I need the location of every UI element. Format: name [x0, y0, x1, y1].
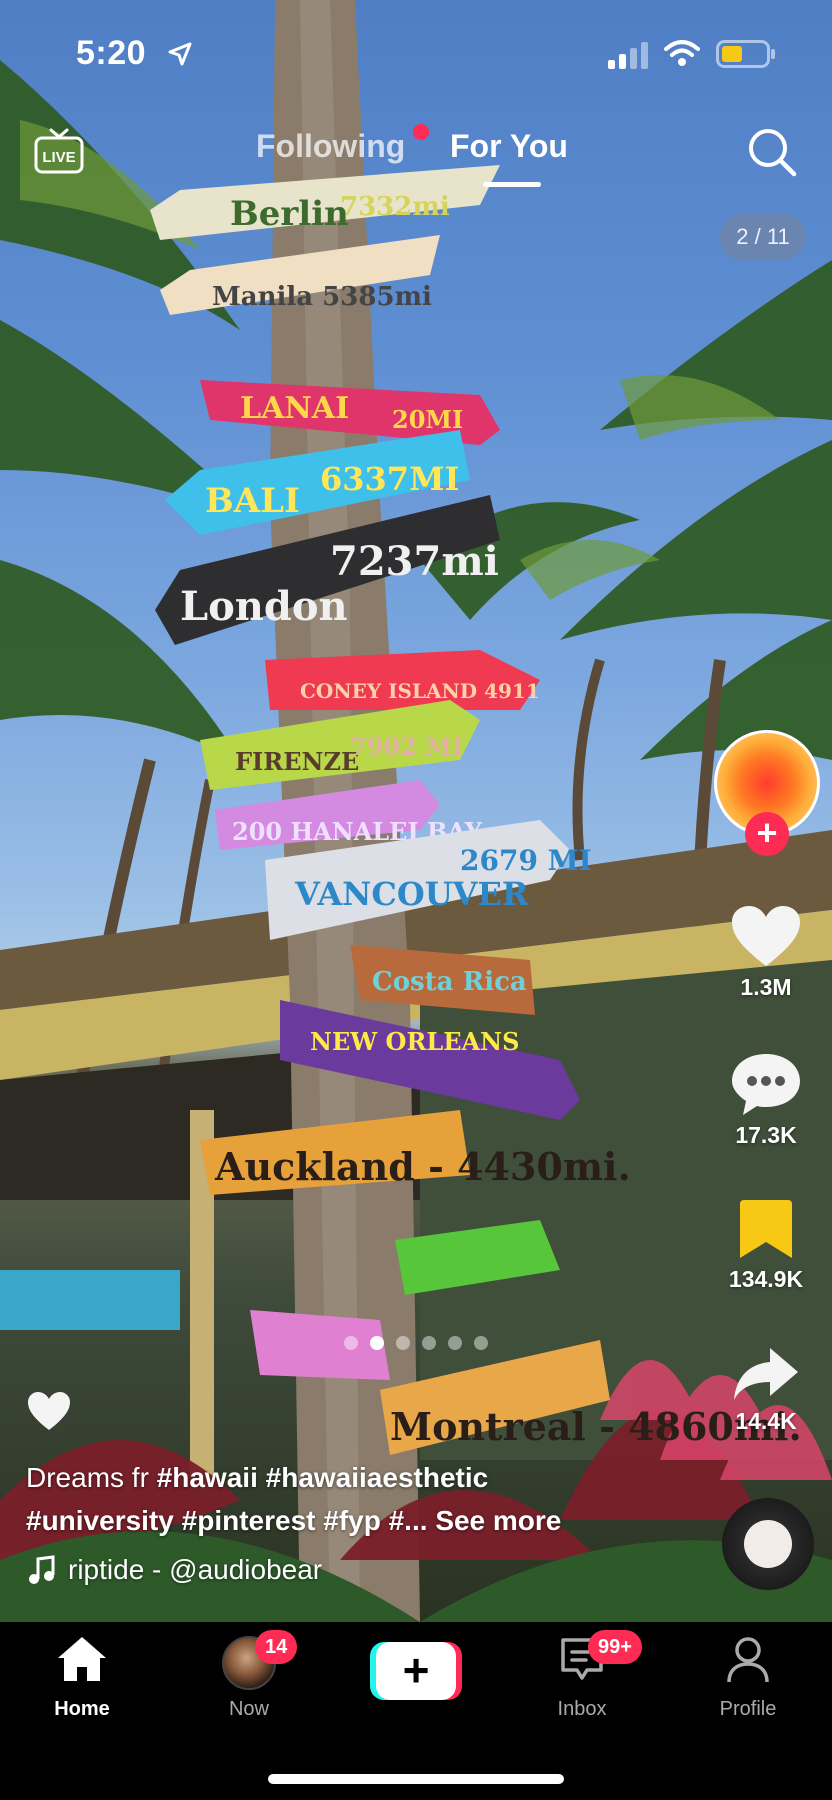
wifi-icon [664, 40, 700, 66]
small-heart-icon[interactable] [26, 1390, 72, 1432]
carousel-indicator [344, 1336, 488, 1350]
svg-text:CONEY ISLAND 4911: CONEY ISLAND 4911 [300, 679, 540, 703]
svg-text:Costa Rica: Costa Rica [372, 967, 527, 997]
tab-inbox[interactable]: 99+ Inbox [522, 1630, 642, 1721]
photo-illustration: Berlin 7332mi Manila 5385mi LANAI 20MI B… [0, 0, 832, 1622]
sign-manila: Manila 5385mi [212, 282, 432, 312]
hashtag[interactable]: #university [26, 1505, 174, 1536]
sign-firenze: FIRENZE [235, 747, 359, 776]
sign-new-orleans: NEW ORLEANS [310, 1027, 519, 1056]
see-more-link[interactable]: See more [435, 1505, 561, 1536]
profile-icon [727, 1637, 769, 1683]
hashtag[interactable]: #hawaii [157, 1462, 258, 1493]
sound-link[interactable]: riptide - @audiobear [28, 1554, 322, 1586]
post-caption[interactable]: Dreams fr #hawaii #hawaiiaesthetic #univ… [26, 1456, 666, 1542]
create-plus-icon: + [376, 1642, 456, 1700]
save-button[interactable]: 134.9K [716, 1196, 816, 1293]
now-badge: 14 [255, 1630, 298, 1664]
comment-count: 17.3K [735, 1122, 797, 1148]
active-tab-indicator [483, 182, 541, 187]
heart-icon [732, 906, 800, 966]
sign-lanai: LANAI [240, 391, 349, 426]
sign-vancouver: VANCOUVER [294, 875, 529, 913]
svg-text:2679 MI: 2679 MI [460, 844, 592, 877]
tab-inbox-label: Inbox [557, 1698, 607, 1720]
music-note-icon [29, 1555, 55, 1584]
inbox-badge: 99+ [588, 1630, 642, 1664]
create-button[interactable]: + [370, 1642, 462, 1700]
follow-button[interactable]: + [745, 812, 789, 856]
sound-name: riptide - @audiobear [68, 1554, 323, 1585]
svg-text:7902 MI: 7902 MI [350, 732, 463, 761]
search-icon [749, 129, 797, 177]
sign-london: London [180, 583, 348, 630]
share-button[interactable]: 14.4K [716, 1344, 816, 1435]
caption-text: Dreams fr [26, 1462, 149, 1493]
carousel-dot [396, 1336, 410, 1350]
tab-home-label: Home [54, 1698, 110, 1720]
carousel-dot [344, 1336, 358, 1350]
like-button[interactable]: 1.3M [716, 904, 816, 1001]
search-button[interactable] [744, 124, 800, 180]
comment-icon [732, 1054, 800, 1115]
home-icon [58, 1637, 106, 1681]
carousel-dot-active [370, 1336, 384, 1350]
carousel-dot [474, 1336, 488, 1350]
sound-disc[interactable] [722, 1498, 814, 1590]
share-arrow-icon [734, 1348, 798, 1400]
like-count: 1.3M [740, 974, 792, 1000]
svg-text:20MI: 20MI [392, 405, 463, 434]
bottom-tab-bar: Home 14 Now + 99+ Inbox Profile [0, 1622, 832, 1800]
battery-icon [716, 40, 775, 68]
svg-text:6337MI: 6337MI [320, 460, 459, 498]
tab-profile-label: Profile [719, 1698, 777, 1720]
post-photo[interactable]: Berlin 7332mi Manila 5385mi LANAI 20MI B… [0, 0, 832, 1622]
hashtag[interactable]: #fyp [323, 1505, 381, 1536]
share-count: 14.4K [735, 1408, 797, 1434]
save-count: 134.9K [728, 1266, 804, 1292]
following-notification-dot [413, 124, 429, 140]
tab-for-you[interactable]: For You [450, 128, 568, 165]
photo-counter: 2 / 11 [720, 214, 806, 260]
status-time: 5:20 [76, 34, 147, 72]
status-bar: 5:20 [0, 0, 832, 110]
sound-disc-logo-icon [744, 1520, 792, 1568]
feed-tabs: Following For You [0, 124, 832, 198]
home-indicator [268, 1774, 564, 1784]
tab-now-label: Now [228, 1698, 269, 1720]
carousel-dot [422, 1336, 436, 1350]
comment-button[interactable]: 17.3K [716, 1050, 816, 1149]
bookmark-icon [740, 1200, 792, 1258]
hashtag[interactable]: #... [389, 1505, 428, 1536]
sign-bali: BALI [205, 481, 300, 521]
carousel-dot [448, 1336, 462, 1350]
tab-following[interactable]: Following [256, 128, 405, 165]
cellular-signal-icon [608, 42, 648, 69]
tab-profile[interactable]: Profile [688, 1634, 808, 1721]
svg-text:7237mi: 7237mi [330, 538, 499, 585]
sign-auckland: Auckland - 4430mi. [214, 1144, 631, 1189]
tab-home[interactable]: Home [22, 1634, 142, 1721]
hashtag[interactable]: #hawaiiaesthetic [266, 1462, 489, 1493]
tab-now[interactable]: 14 Now [189, 1630, 309, 1721]
hashtag[interactable]: #pinterest [182, 1505, 316, 1536]
location-arrow-icon [168, 42, 192, 66]
sign-berlin: Berlin [230, 194, 349, 234]
